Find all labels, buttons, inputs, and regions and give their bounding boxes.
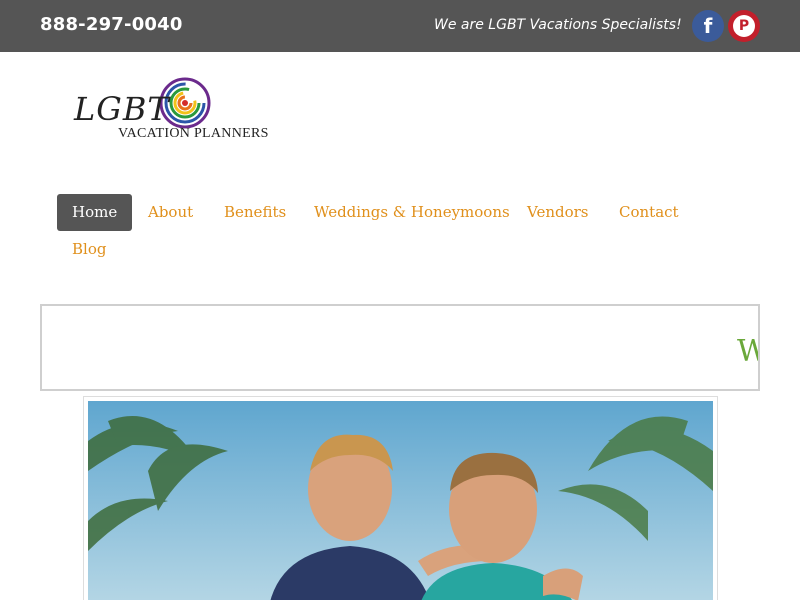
tagline: We are LGBT Vacations Specialists! (434, 17, 682, 33)
pinterest-icon[interactable]: P (728, 10, 760, 42)
pinterest-glyph: P (738, 18, 750, 34)
top-bar: 888-297-0040 We are LGBT Vacations Speci… (0, 0, 800, 52)
hero-photo (88, 401, 713, 600)
phone-number[interactable]: 888-297-0040 (40, 14, 183, 35)
nav-vendors[interactable]: Vendors (527, 194, 589, 231)
nav-contact[interactable]: Contact (619, 194, 679, 231)
banner-text: W (737, 334, 758, 369)
site-logo[interactable]: LGBT VACATION PLANNERS (70, 76, 268, 146)
nav-benefits[interactable]: Benefits (224, 194, 286, 231)
nav-weddings-honeymoons[interactable]: Weddings & Honeymoons (314, 194, 510, 231)
hero-image-frame (83, 396, 718, 600)
facebook-icon[interactable]: f (692, 10, 724, 42)
nav-home[interactable]: Home (57, 194, 133, 231)
nav-about[interactable]: About (148, 194, 193, 231)
logo-subtitle: VACATION PLANNERS (118, 126, 269, 141)
scrolling-banner: W (40, 304, 760, 391)
pinterest-glyph-wrap: P (733, 15, 755, 37)
facebook-glyph: f (703, 14, 713, 38)
nav-blog[interactable]: Blog (72, 231, 106, 268)
logo-brand: LGBT (74, 90, 170, 128)
